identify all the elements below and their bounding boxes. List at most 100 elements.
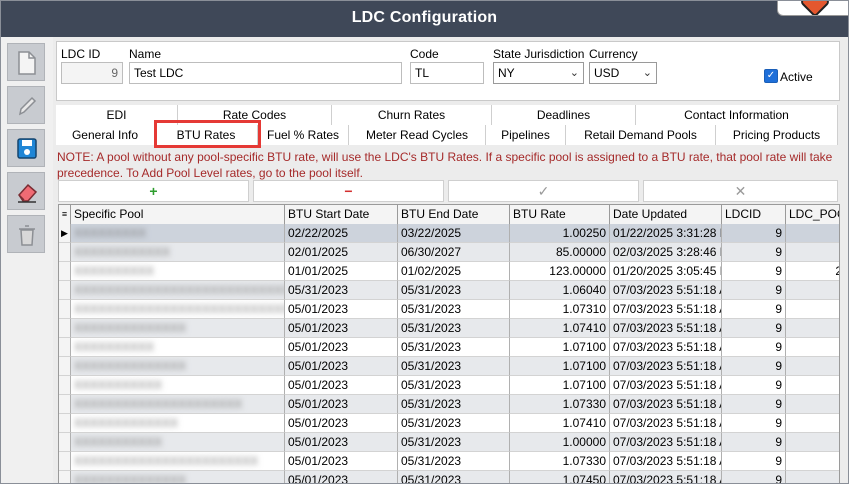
col-ldcid[interactable]: LDCID xyxy=(722,205,786,224)
col-date-updated[interactable]: Date Updated xyxy=(610,205,722,224)
cell-start: 05/01/2023 xyxy=(285,414,398,433)
tab-pipelines[interactable]: Pipelines xyxy=(486,125,566,145)
delete-row-button[interactable]: − xyxy=(253,180,444,202)
currency-select[interactable]: USD ⌄ xyxy=(589,62,657,84)
new-button[interactable] xyxy=(7,43,45,81)
tab-general-info[interactable]: General Info xyxy=(56,125,155,145)
state-jurisdiction-select[interactable]: NY ⌄ xyxy=(493,62,584,84)
add-row-button[interactable]: + xyxy=(58,180,249,202)
row-selector[interactable] xyxy=(59,357,71,376)
cell-ldcpool xyxy=(786,395,839,414)
ldc-id-label: LDC ID xyxy=(61,47,101,61)
cell-ldcid: 9 xyxy=(722,319,786,338)
cell-ldcpool xyxy=(786,433,839,452)
name-field[interactable]: Test LDC xyxy=(129,62,402,84)
edit-pencil-icon xyxy=(18,96,37,116)
cell-end: 05/31/2023 xyxy=(398,300,510,319)
cell-updated: 07/03/2023 5:51:18 A xyxy=(610,281,722,300)
code-field[interactable]: TL xyxy=(410,62,484,84)
cell-ldcid: 9 xyxy=(722,471,786,483)
cell-updated: 02/03/2025 3:28:46 P xyxy=(610,243,722,262)
row-selector[interactable] xyxy=(59,414,71,433)
cell-ldcpool xyxy=(786,281,839,300)
col-btu-end-date[interactable]: BTU End Date xyxy=(398,205,510,224)
row-selector[interactable] xyxy=(59,300,71,319)
cell-pool: XXXXXXXXXX xyxy=(71,338,285,357)
cell-rate: 1.07330 xyxy=(510,395,610,414)
cell-start: 01/01/2025 xyxy=(285,262,398,281)
row-selector[interactable] xyxy=(59,262,71,281)
row-selector[interactable] xyxy=(59,452,71,471)
cell-ldcpool xyxy=(786,319,839,338)
cell-rate: 123.00000 xyxy=(510,262,610,281)
tab-pricing-products[interactable]: Pricing Products xyxy=(716,125,838,145)
tab-deadlines[interactable]: Deadlines xyxy=(492,105,636,125)
cell-ldcid: 9 xyxy=(722,414,786,433)
edit-button[interactable] xyxy=(7,86,45,124)
cell-updated: 07/03/2023 5:51:18 A xyxy=(610,376,722,395)
cell-updated: 07/03/2023 5:51:18 A xyxy=(610,452,722,471)
cell-ldcid: 9 xyxy=(722,433,786,452)
cell-ldcpool xyxy=(786,471,839,483)
tab-meter-read-cycles[interactable]: Meter Read Cycles xyxy=(349,125,486,145)
row-selector[interactable] xyxy=(59,433,71,452)
redacted-pool-name: XXXXXXXXXXX xyxy=(74,435,163,449)
row-indicator-icon[interactable]: ▶ xyxy=(59,224,71,243)
cell-start: 05/01/2023 xyxy=(285,338,398,357)
redacted-pool-name: XXXXXXXXX xyxy=(74,226,147,240)
cell-updated: 07/03/2023 5:51:18 A xyxy=(610,414,722,433)
state-jurisdiction-label: State Jurisdiction xyxy=(493,47,585,61)
cell-start: 05/01/2023 xyxy=(285,300,398,319)
clear-button[interactable] xyxy=(7,172,45,210)
row-selector[interactable] xyxy=(59,281,71,300)
stop-icon[interactable] xyxy=(777,1,848,16)
col-btu-rate[interactable]: BTU Rate xyxy=(510,205,610,224)
row-selector[interactable] xyxy=(59,471,71,483)
col-specific-pool[interactable]: Specific Pool xyxy=(71,205,285,224)
column-chooser-icon[interactable]: ≡ xyxy=(59,205,71,224)
cell-rate: 1.07410 xyxy=(510,319,610,338)
cell-rate: 1.07450 xyxy=(510,471,610,483)
redacted-pool-name: XXXXXXXXXXXXX xyxy=(74,416,179,430)
currency-label: Currency xyxy=(589,47,638,61)
ldc-id-field[interactable]: 9 xyxy=(61,62,123,84)
cell-ldcpool xyxy=(786,357,839,376)
grid-header: ≡ Specific Pool BTU Start Date BTU End D… xyxy=(59,205,839,225)
tab-fuel-rates[interactable]: Fuel % Rates xyxy=(258,125,349,145)
save-row-button[interactable]: ✓ xyxy=(448,180,639,202)
tab-contact-information[interactable]: Contact Information xyxy=(636,105,838,125)
cell-ldcid: 9 xyxy=(722,357,786,376)
cell-updated: 07/03/2023 5:51:18 A xyxy=(610,319,722,338)
cell-start: 05/01/2023 xyxy=(285,433,398,452)
app-window: LDC Configuration LDC ID 9 Name Test LDC… xyxy=(0,0,849,484)
cell-end: 05/31/2023 xyxy=(398,471,510,483)
tab-retail-demand-pools[interactable]: Retail Demand Pools xyxy=(566,125,716,145)
left-toolbar xyxy=(1,37,53,483)
eraser-icon xyxy=(18,183,38,203)
cell-pool: XXXXXXXXXXXXXX xyxy=(71,319,285,338)
save-button[interactable] xyxy=(7,129,45,167)
row-selector[interactable] xyxy=(59,376,71,395)
col-btu-start-date[interactable]: BTU Start Date xyxy=(285,205,398,224)
row-selector[interactable] xyxy=(59,243,71,262)
grid-action-bar: + − ✓ ✕ xyxy=(58,180,838,202)
cell-pool: XXXXXXXXXXXXXXXXXXXXXXXXXXXXXXG, IN xyxy=(71,300,285,319)
redacted-pool-name: XXXXXXXXXXXXXXXXXXXXXXXXXXXXXXG, IN xyxy=(74,283,284,297)
cancel-row-button[interactable]: ✕ xyxy=(643,180,838,202)
cell-rate: 1.07410 xyxy=(510,414,610,433)
tab-churn-rates[interactable]: Churn Rates xyxy=(332,105,492,125)
active-checkbox[interactable]: ✓ xyxy=(764,69,778,83)
chevron-down-icon: ⌄ xyxy=(569,67,579,79)
col-ldc-pool[interactable]: LDC_POOL xyxy=(786,205,839,224)
delete-button[interactable] xyxy=(7,215,45,253)
cell-ldcpool xyxy=(786,414,839,433)
row-selector[interactable] xyxy=(59,395,71,414)
btu-rates-grid[interactable]: ≡ Specific Pool BTU Start Date BTU End D… xyxy=(58,204,840,483)
cell-rate: 1.00250 xyxy=(510,224,610,243)
row-selector[interactable] xyxy=(59,338,71,357)
cell-end: 05/31/2023 xyxy=(398,452,510,471)
row-selector[interactable] xyxy=(59,319,71,338)
cell-ldcid: 9 xyxy=(722,338,786,357)
cell-start: 05/01/2023 xyxy=(285,376,398,395)
cell-ldcpool xyxy=(786,300,839,319)
